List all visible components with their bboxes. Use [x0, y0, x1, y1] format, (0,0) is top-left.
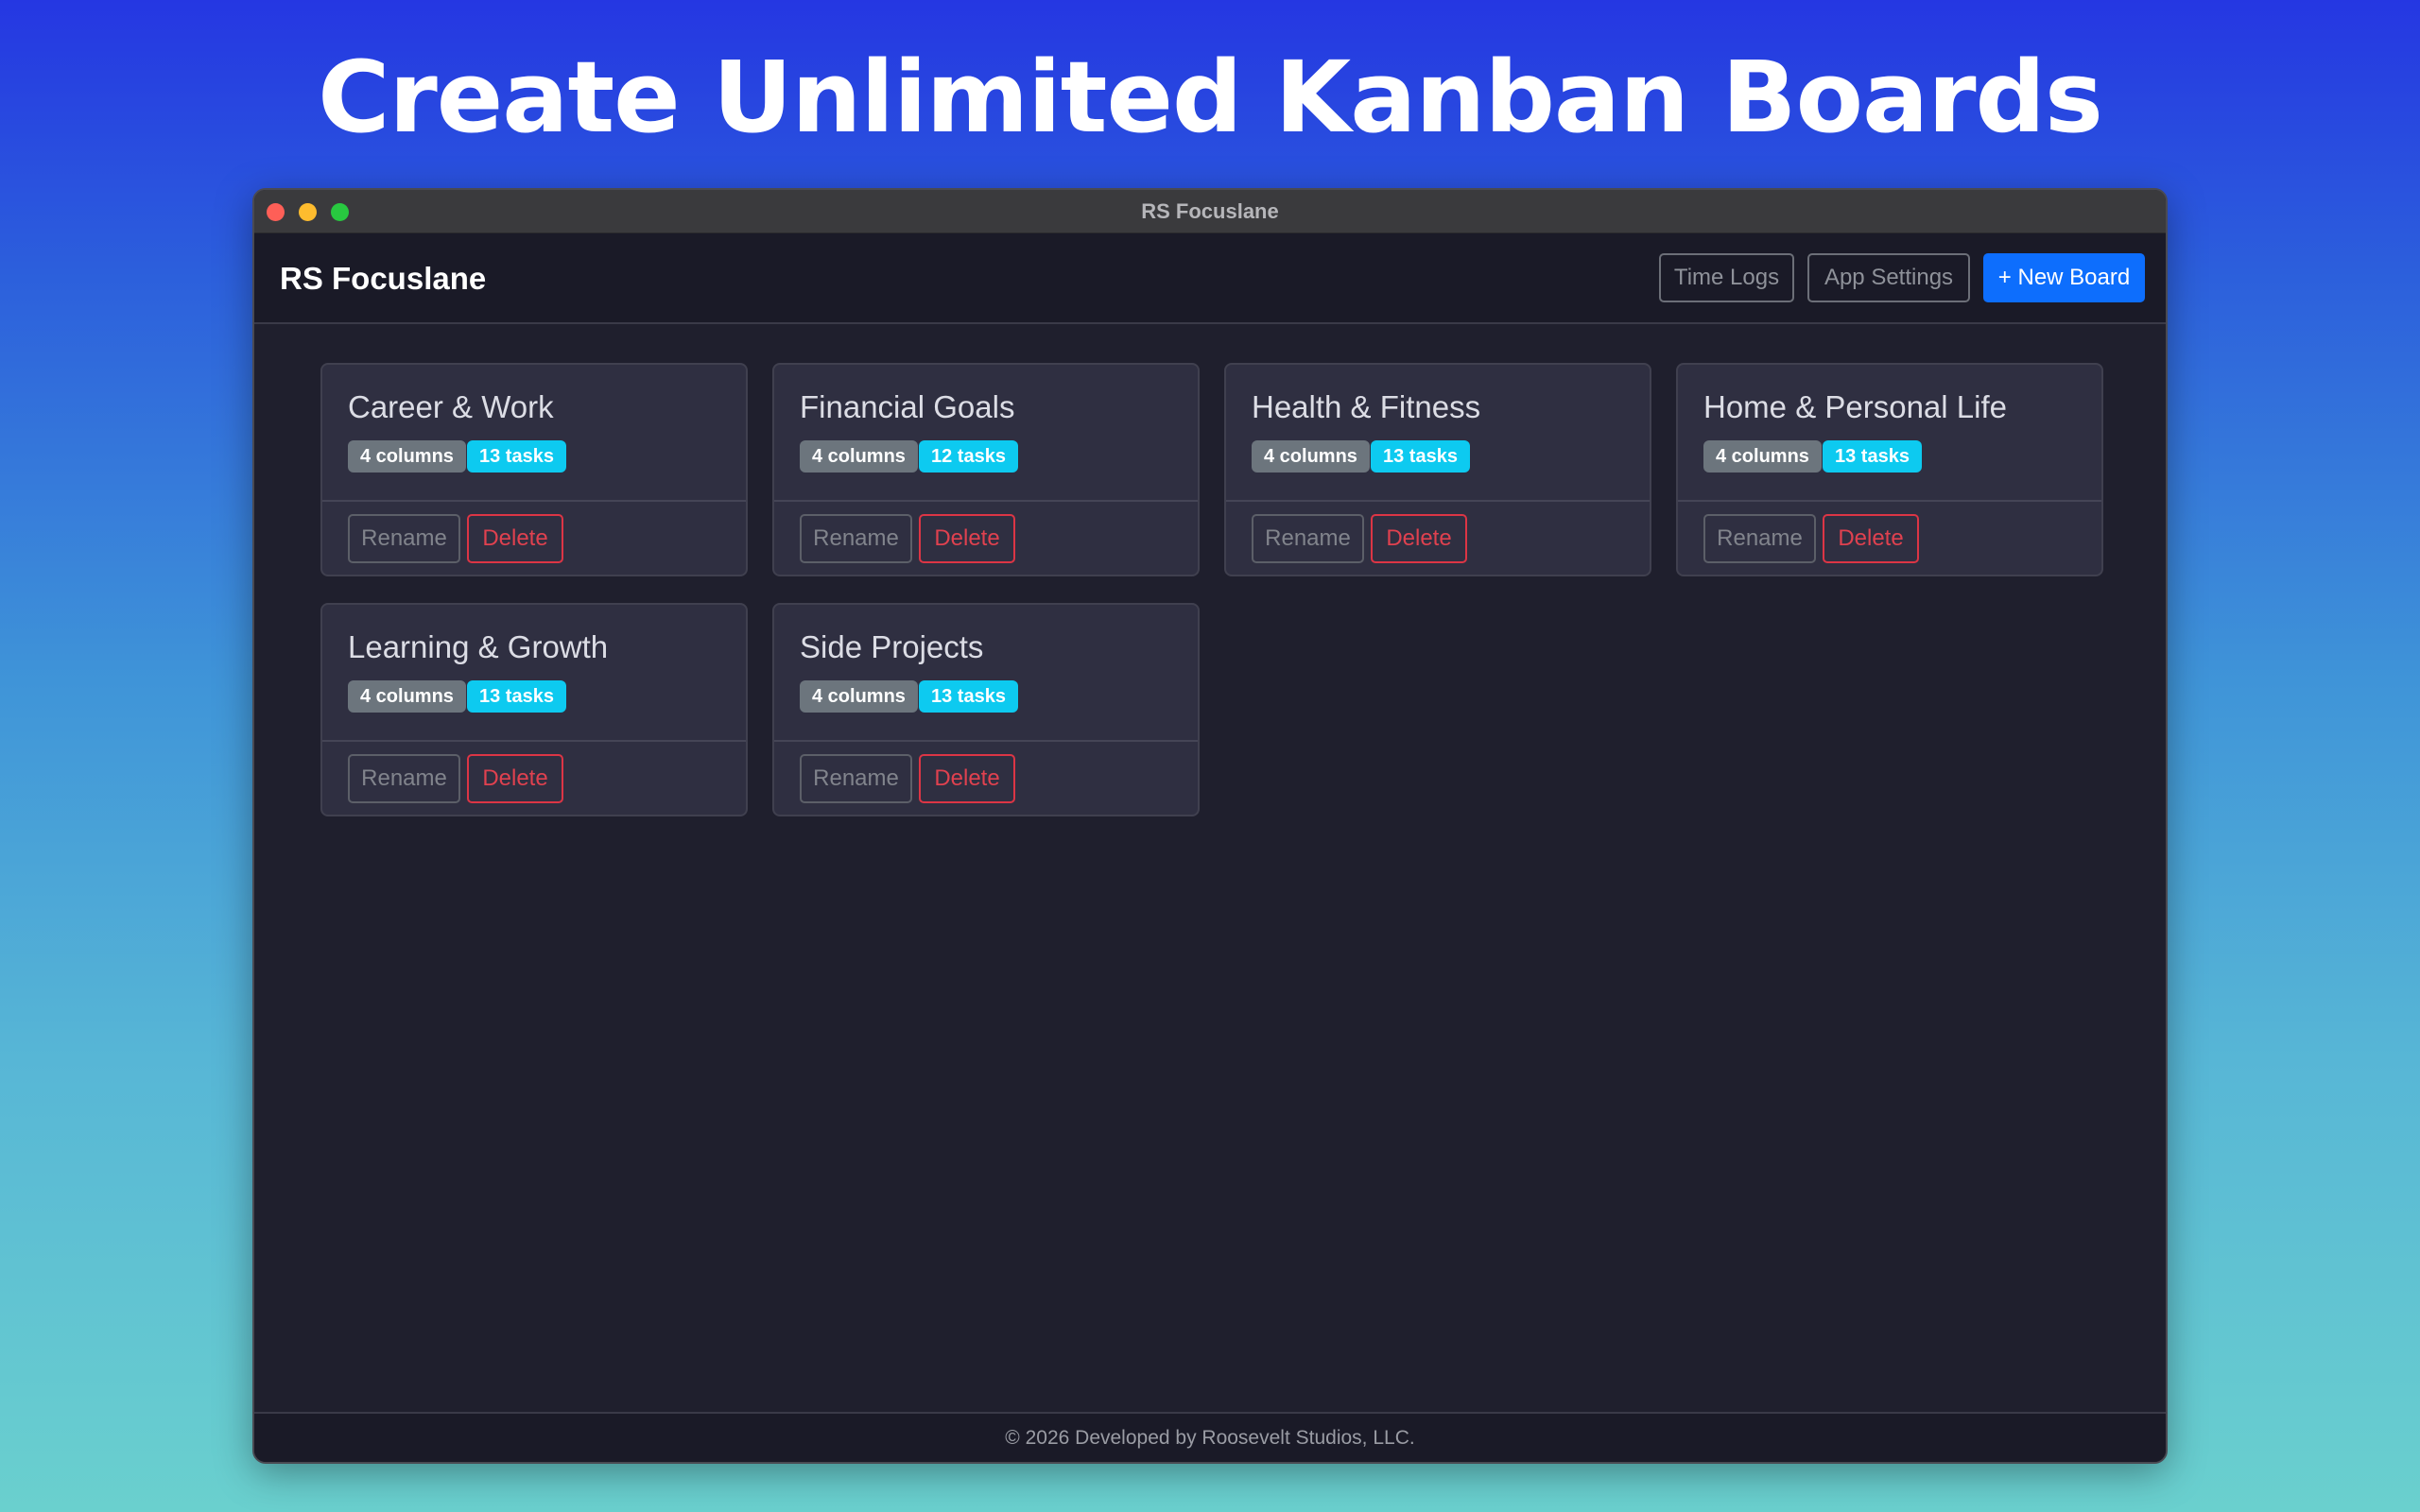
delete-button[interactable]: Delete: [1823, 514, 1919, 563]
rename-button[interactable]: Rename: [800, 754, 912, 803]
board-title[interactable]: Side Projects: [800, 629, 983, 665]
columns-badge: 4 columns: [1252, 440, 1370, 472]
tasks-badge: 12 tasks: [919, 440, 1018, 472]
tasks-badge: 13 tasks: [1823, 440, 1922, 472]
board-title[interactable]: Learning & Growth: [348, 629, 608, 665]
board-card-footer: Rename Delete: [774, 500, 1198, 576]
app-window: RS Focuslane RS Focuslane Time Logs App …: [252, 188, 2168, 1464]
board-grid: Career & Work 4 columns 13 tasks Rename …: [254, 324, 2166, 1416]
app-footer: © 2026 Developed by Roosevelt Studios, L…: [254, 1412, 2166, 1462]
delete-button[interactable]: Delete: [467, 514, 563, 563]
board-card[interactable]: Side Projects 4 columns 13 tasks Rename …: [772, 603, 1200, 816]
time-logs-button[interactable]: Time Logs: [1659, 253, 1794, 302]
tasks-badge: 13 tasks: [467, 680, 566, 713]
board-card[interactable]: Home & Personal Life 4 columns 13 tasks …: [1676, 363, 2103, 576]
board-card[interactable]: Career & Work 4 columns 13 tasks Rename …: [320, 363, 748, 576]
rename-button[interactable]: Rename: [348, 514, 460, 563]
new-board-button[interactable]: + New Board: [1983, 253, 2145, 302]
board-title[interactable]: Home & Personal Life: [1703, 389, 2007, 425]
board-title[interactable]: Career & Work: [348, 389, 554, 425]
board-title[interactable]: Financial Goals: [800, 389, 1014, 425]
tasks-badge: 13 tasks: [919, 680, 1018, 713]
board-card[interactable]: Learning & Growth 4 columns 13 tasks Ren…: [320, 603, 748, 816]
rename-button[interactable]: Rename: [800, 514, 912, 563]
delete-button[interactable]: Delete: [1371, 514, 1467, 563]
board-card-footer: Rename Delete: [1226, 500, 1650, 576]
columns-badge: 4 columns: [348, 440, 466, 472]
board-card-footer: Rename Delete: [774, 740, 1198, 816]
columns-badge: 4 columns: [348, 680, 466, 713]
board-card[interactable]: Health & Fitness 4 columns 13 tasks Rena…: [1224, 363, 1651, 576]
app-settings-button[interactable]: App Settings: [1807, 253, 1970, 302]
delete-button[interactable]: Delete: [467, 754, 563, 803]
board-card-footer: Rename Delete: [1678, 500, 2101, 576]
promo-headline: Create Unlimited Kanban Boards: [318, 40, 2103, 155]
columns-badge: 4 columns: [1703, 440, 1822, 472]
delete-button[interactable]: Delete: [919, 514, 1015, 563]
board-card[interactable]: Financial Goals 4 columns 12 tasks Renam…: [772, 363, 1200, 576]
tasks-badge: 13 tasks: [467, 440, 566, 472]
tasks-badge: 13 tasks: [1371, 440, 1470, 472]
rename-button[interactable]: Rename: [1252, 514, 1364, 563]
app-header: RS Focuslane Time Logs App Settings + Ne…: [254, 233, 2166, 324]
columns-badge: 4 columns: [800, 440, 918, 472]
rename-button[interactable]: Rename: [348, 754, 460, 803]
board-card-footer: Rename Delete: [322, 500, 746, 576]
columns-badge: 4 columns: [800, 680, 918, 713]
board-title[interactable]: Health & Fitness: [1252, 389, 1480, 425]
rename-button[interactable]: Rename: [1703, 514, 1816, 563]
board-card-footer: Rename Delete: [322, 740, 746, 816]
window-titlebar[interactable]: RS Focuslane: [254, 190, 2166, 233]
app-brand[interactable]: RS Focuslane: [280, 233, 486, 324]
delete-button[interactable]: Delete: [919, 754, 1015, 803]
window-title: RS Focuslane: [1141, 199, 1279, 223]
